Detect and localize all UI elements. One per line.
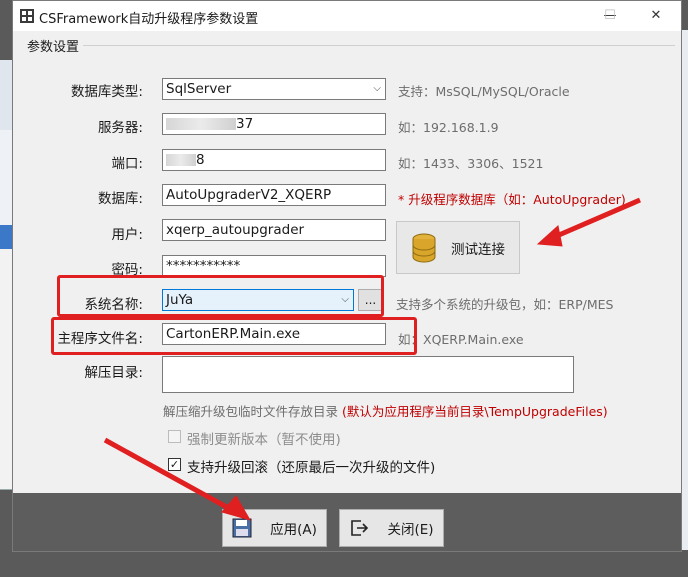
- database-label: 数据库:: [97, 191, 143, 207]
- apply-label: 应用(A): [270, 522, 317, 538]
- server-hint: 如：192.168.1.9: [398, 120, 499, 135]
- server-value: 37: [236, 116, 254, 132]
- db-type-label: 数据库类型:: [70, 84, 143, 100]
- system-name-select[interactable]: JuYa ⌵: [162, 289, 354, 311]
- exit-icon: [351, 520, 369, 536]
- close-label: 关闭(E): [387, 522, 434, 538]
- save-icon: [232, 518, 252, 538]
- window-title: CSFramework自动升级程序参数设置: [39, 12, 259, 27]
- app-icon: [20, 9, 34, 23]
- extract-dir-hint: 解压缩升级包临时文件存放目录 (默认为应用程序当前目录\TempUpgradeF…: [163, 401, 608, 420]
- group-title: 参数设置: [27, 40, 80, 55]
- database-input[interactable]: AutoUpgraderV2_XQERP: [162, 184, 386, 206]
- system-name-hint: 支持多个系统的升级包，如：ERP/MES: [396, 297, 614, 312]
- user-input[interactable]: xqerp_autoupgrader: [162, 219, 386, 241]
- test-connection-label: 测试连接: [451, 241, 505, 258]
- port-value: 8: [196, 152, 205, 168]
- db-type-hint: 支持：MsSQL/MySQL/Oracle: [398, 84, 570, 99]
- password-label: 密码:: [111, 262, 143, 278]
- rollback-checkbox[interactable]: ✓: [168, 458, 181, 471]
- maximize-button: ☐: [604, 8, 616, 23]
- server-input[interactable]: 37: [162, 113, 386, 135]
- force-update-label: 强制更新版本（暂不使用): [187, 432, 341, 448]
- db-type-value: SqlServer: [166, 81, 232, 97]
- port-input[interactable]: 8: [162, 149, 386, 171]
- main-exe-input[interactable]: CartonERP.Main.exe: [162, 323, 386, 345]
- user-label: 用户:: [111, 227, 143, 243]
- chevron-down-icon: ⌵: [341, 294, 349, 305]
- main-exe-label: 主程序文件名:: [57, 331, 143, 347]
- chevron-down-icon: ⌵: [373, 83, 381, 94]
- port-hint: 如：1433、3306、1521: [398, 156, 544, 171]
- extract-dir-hint-gray: 解压缩升级包临时文件存放目录: [163, 404, 339, 419]
- port-label: 端口:: [111, 156, 143, 172]
- system-name-label: 系统名称:: [84, 297, 143, 313]
- database-icon: [412, 233, 436, 262]
- server-label: 服务器:: [97, 120, 143, 136]
- test-connection-button[interactable]: 测试连接: [396, 221, 520, 274]
- database-hint: * 升级程序数据库（如：AutoUpgrader): [398, 192, 626, 207]
- apply-button[interactable]: 应用(A): [222, 509, 327, 547]
- close-button[interactable]: 关闭(E): [339, 509, 444, 547]
- settings-dialog: CSFramework自动升级程序参数设置 — ☐ ☐ ✕ 参数设置 数据库类型…: [12, 0, 682, 552]
- force-update-checkbox: [168, 430, 181, 443]
- title-bar: CSFramework自动升级程序参数设置 — ☐ ☐ ✕: [13, 1, 681, 31]
- extract-dir-input[interactable]: [162, 356, 574, 393]
- browse-system-button[interactable]: ...: [358, 289, 383, 311]
- close-window-button[interactable]: ✕: [633, 1, 679, 31]
- db-type-select[interactable]: SqlServer ⌵: [162, 78, 386, 100]
- rollback-label: 支持升级回滚（还原最后一次升级的文件): [187, 460, 436, 476]
- background-app-fragment: [682, 30, 688, 550]
- group-divider: [83, 45, 675, 46]
- system-name-value: JuYa: [166, 292, 194, 308]
- password-input[interactable]: ***********: [162, 255, 386, 277]
- extract-dir-hint-red: (默认为应用程序当前目录\TempUpgradeFiles): [342, 404, 608, 419]
- redacted-blur: [166, 118, 236, 130]
- main-exe-hint: 如：XQERP.Main.exe: [398, 332, 524, 347]
- extract-dir-label: 解压目录:: [84, 365, 143, 381]
- redacted-blur: [166, 154, 196, 166]
